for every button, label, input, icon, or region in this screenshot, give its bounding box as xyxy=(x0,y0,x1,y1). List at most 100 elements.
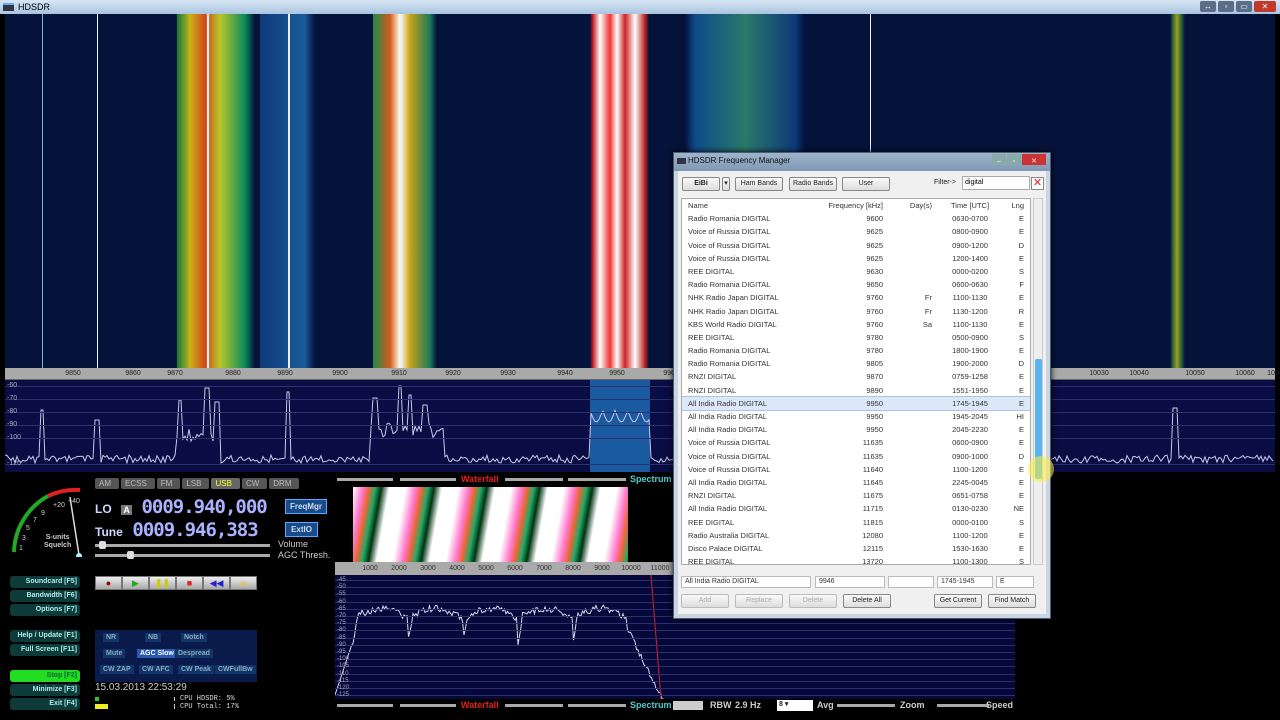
loop-button[interactable]: ∞ xyxy=(230,576,257,590)
table-row[interactable]: Voice of Russia DIGITAL 11635 0900-1000 D xyxy=(682,450,1030,463)
table-row[interactable]: Disco Palace DIGITAL 12115 1530-1630 E xyxy=(682,542,1030,555)
nb-button[interactable]: NB xyxy=(145,633,162,642)
agc-slow-button[interactable]: AGC Slow xyxy=(137,649,177,658)
table-row[interactable]: Voice of Russia DIGITAL 9625 0800-0900 E xyxy=(682,225,1030,238)
mode-ecss-button[interactable]: ECSS xyxy=(121,478,155,489)
side-button-full[interactable]: Full Screen [F11] xyxy=(10,644,80,656)
main-spectrum[interactable]: -60 -70 -80 -90 -100 -120 xyxy=(5,380,1275,472)
cw-fullbw-button[interactable]: CWFullBw xyxy=(215,665,256,674)
speed-slider[interactable] xyxy=(937,704,989,707)
side-button-help[interactable]: Help / Update [F1] xyxy=(10,630,80,642)
waterfall-slider[interactable] xyxy=(337,704,393,707)
tab-eibi[interactable]: EiBi xyxy=(682,177,720,191)
table-row[interactable]: Radio Australia DIGITAL 12080 1100-1200 E xyxy=(682,529,1030,542)
spectrum-slider[interactable] xyxy=(568,704,626,707)
nr-button[interactable]: NR xyxy=(103,633,120,642)
column-header[interactable]: Name xyxy=(682,199,815,212)
get-current-button[interactable]: Get Current xyxy=(934,594,982,608)
find-match-button[interactable]: Find Match xyxy=(988,594,1036,608)
audio-waterfall[interactable] xyxy=(335,487,675,562)
add-button[interactable]: Add xyxy=(681,594,729,608)
column-header[interactable]: Lng xyxy=(1004,199,1030,212)
frequency-axis[interactable]: 9850 9860 9870 9880 9890 9900 9910 9920 9930 9940… xyxy=(5,368,1279,380)
record-button[interactable]: ● xyxy=(95,576,122,590)
table-row[interactable]: Voice of Russia DIGITAL 9625 0900-1200 D xyxy=(682,239,1030,252)
table-row[interactable]: Radio Romania DIGITAL 9600 0630-0700 E xyxy=(682,212,1030,225)
cw-zap-button[interactable]: CW ZAP xyxy=(100,665,134,674)
tab-radio-bands[interactable]: Radio Bands xyxy=(789,177,837,191)
table-row[interactable]: NHK Radio Japan DIGITAL 9760 Fr 1100-1130 E xyxy=(682,291,1030,304)
side-button-stop[interactable]: Stop [F2] xyxy=(10,670,80,682)
table-row[interactable]: All India Radio DIGITAL 11645 2245-0045 E xyxy=(682,476,1030,489)
table-row[interactable]: REE DIGITAL 9780 0500-0900 S xyxy=(682,331,1030,344)
side-button-exit[interactable]: Exit [F4] xyxy=(10,698,80,710)
table-row[interactable]: NHK Radio Japan DIGITAL 9760 Fr 1130-1200 R xyxy=(682,305,1030,318)
play-button[interactable]: ▶ xyxy=(122,576,149,590)
spectrum-slider[interactable] xyxy=(568,478,626,481)
pause-button[interactable]: ❚❚ xyxy=(149,576,176,590)
side-button-bandwidth[interactable]: Bandwidth [F6] xyxy=(10,590,80,602)
waterfall-slider[interactable] xyxy=(337,478,393,481)
main-waterfall[interactable] xyxy=(5,14,1275,368)
table-row[interactable]: REE DIGITAL 13720 1100-1300 S xyxy=(682,555,1030,564)
column-header[interactable]: Day(s) xyxy=(887,199,936,212)
stop-record-button[interactable]: ■ xyxy=(176,576,203,590)
lo-frequency-display[interactable]: LO A 0009.940,000 xyxy=(95,496,268,518)
table-row[interactable]: KBS World Radio DIGITAL 9760 Sa 1100-1130 E xyxy=(682,318,1030,331)
zoom-slider[interactable] xyxy=(837,704,895,707)
table-row[interactable]: REE DIGITAL 11815 0000-0100 S xyxy=(682,516,1030,529)
despread-button[interactable]: Despread xyxy=(175,649,213,658)
edit-time-field[interactable]: 1745-1945 xyxy=(937,576,993,588)
column-header[interactable]: Frequency [kHz] xyxy=(815,199,887,212)
mode-fm-button[interactable]: FM xyxy=(156,478,181,489)
tune-frequency-display[interactable]: Tune 0009.946,383 xyxy=(95,519,259,541)
dialog-minimize-icon[interactable]: – xyxy=(992,154,1006,165)
table-row[interactable]: RNZI DIGITAL 11675 0651-0758 E xyxy=(682,489,1030,502)
agc-threshold-slider[interactable] xyxy=(95,551,270,559)
mode-drm-button[interactable]: DRM xyxy=(269,478,300,489)
table-row[interactable]: Voice of Russia DIGITAL 9625 1200-1400 E xyxy=(682,252,1030,265)
tab-ham-bands[interactable]: Ham Bands xyxy=(735,177,783,191)
maximize-button[interactable]: ▭ xyxy=(1236,1,1252,12)
waterfall-slider[interactable] xyxy=(400,704,456,707)
tune-frequency[interactable]: 0009.946,383 xyxy=(132,519,258,541)
side-button-options[interactable]: Options [F7] xyxy=(10,604,80,616)
volume-slider[interactable] xyxy=(95,541,270,549)
extio-button[interactable]: ExtIO xyxy=(285,522,318,537)
minimize-button[interactable]: ▫ xyxy=(1218,1,1234,12)
avg-select[interactable]: 8 ▾ xyxy=(777,700,813,711)
lo-frequency[interactable]: 0009.940,000 xyxy=(141,496,267,518)
notch-button[interactable]: Notch xyxy=(181,633,207,642)
table-row[interactable]: Radio Romania DIGITAL 9650 0600-0630 F xyxy=(682,278,1030,291)
mute-button[interactable]: Mute xyxy=(103,649,126,658)
eibi-dropdown-icon[interactable]: ▾ xyxy=(722,177,730,191)
rewind-button[interactable]: ◀◀ xyxy=(203,576,230,590)
freqmgr-button[interactable]: FreqMgr xyxy=(285,499,327,514)
filter-input[interactable]: digital xyxy=(962,176,1030,190)
dialog-maximize-icon[interactable]: ▫ xyxy=(1007,154,1021,165)
spectrum-scroll-buttons[interactable] xyxy=(673,701,703,710)
delete-button[interactable]: Delete xyxy=(789,594,837,608)
edit-name-field[interactable]: All India Radio DIGITAL xyxy=(681,576,811,588)
clear-filter-icon[interactable]: ✕ xyxy=(1031,177,1044,190)
tab-user[interactable]: User xyxy=(842,177,890,191)
waterfall-slider[interactable] xyxy=(400,478,456,481)
spectrum-slider[interactable] xyxy=(505,704,563,707)
replace-button[interactable]: Replace xyxy=(735,594,783,608)
table-row[interactable]: RNZI DIGITAL 9890 1551-1950 E xyxy=(682,384,1030,397)
table-row[interactable]: REE DIGITAL 9630 0000-0200 S xyxy=(682,265,1030,278)
cw-afc-button[interactable]: CW AFC xyxy=(139,665,173,674)
table-row[interactable]: All India Radio DIGITAL 9950 2045-2230 E xyxy=(682,423,1030,436)
table-row[interactable]: Voice of Russia DIGITAL 11635 0600-0900 E xyxy=(682,436,1030,449)
table-row[interactable]: All India Radio DIGITAL 9950 1945-2045 HI xyxy=(682,410,1030,423)
lo-lock-badge[interactable]: A xyxy=(121,505,132,515)
table-row[interactable]: Radio Romania DIGITAL 9805 1900-2000 D xyxy=(682,357,1030,370)
spectrum-slider[interactable] xyxy=(505,478,563,481)
side-button-soundcard[interactable]: Soundcard [F5] xyxy=(10,576,80,588)
dialog-close-icon[interactable]: ✕ xyxy=(1022,154,1046,165)
edit-frequency-field[interactable]: 9946 xyxy=(815,576,885,588)
mode-lsb-button[interactable]: LSB xyxy=(182,478,210,489)
mode-am-button[interactable]: AM xyxy=(95,478,119,489)
table-row[interactable]: All India Radio DIGITAL 11715 0130-0230 NE xyxy=(682,502,1030,515)
cw-peak-button[interactable]: CW Peak xyxy=(178,665,214,674)
